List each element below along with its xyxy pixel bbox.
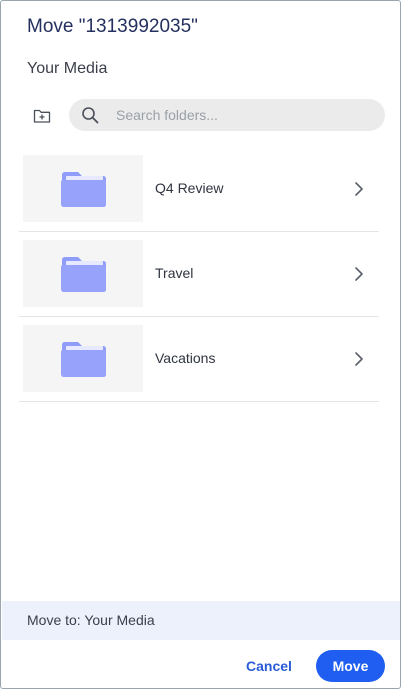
folder-thumbnail xyxy=(23,240,143,307)
folder-icon xyxy=(61,172,106,207)
chevron-right-icon xyxy=(355,352,363,366)
dialog-title: Move "1313992035" xyxy=(27,16,198,37)
folder-icon xyxy=(61,342,106,377)
folder-thumbnail xyxy=(23,155,143,222)
search-input[interactable] xyxy=(116,99,366,131)
folder-list: Q4 Review Travel Vacations xyxy=(19,147,379,402)
move-destination-text: Move to: Your Media xyxy=(27,612,155,628)
move-button[interactable]: Move xyxy=(316,650,385,682)
folder-name: Vacations xyxy=(155,350,216,366)
new-folder-button[interactable] xyxy=(30,104,54,128)
section-label: Your Media xyxy=(27,60,108,77)
move-dialog: Move "1313992035" Your Media Q4 Review xyxy=(0,0,401,689)
folder-row-vacations[interactable]: Vacations xyxy=(19,317,379,402)
chevron-right-icon xyxy=(355,267,363,281)
folder-row-travel[interactable]: Travel xyxy=(19,232,379,317)
search-icon xyxy=(82,107,99,124)
chevron-right-icon xyxy=(355,182,363,196)
folder-name: Travel xyxy=(155,265,194,281)
folder-name: Q4 Review xyxy=(155,180,224,196)
folder-row-q4-review[interactable]: Q4 Review xyxy=(19,147,379,232)
folder-icon xyxy=(61,257,106,292)
cancel-button[interactable]: Cancel xyxy=(235,650,303,682)
folder-thumbnail xyxy=(23,325,143,392)
new-folder-icon xyxy=(33,109,51,123)
search-box xyxy=(69,99,385,131)
move-destination-bar: Move to: Your Media xyxy=(2,601,400,640)
